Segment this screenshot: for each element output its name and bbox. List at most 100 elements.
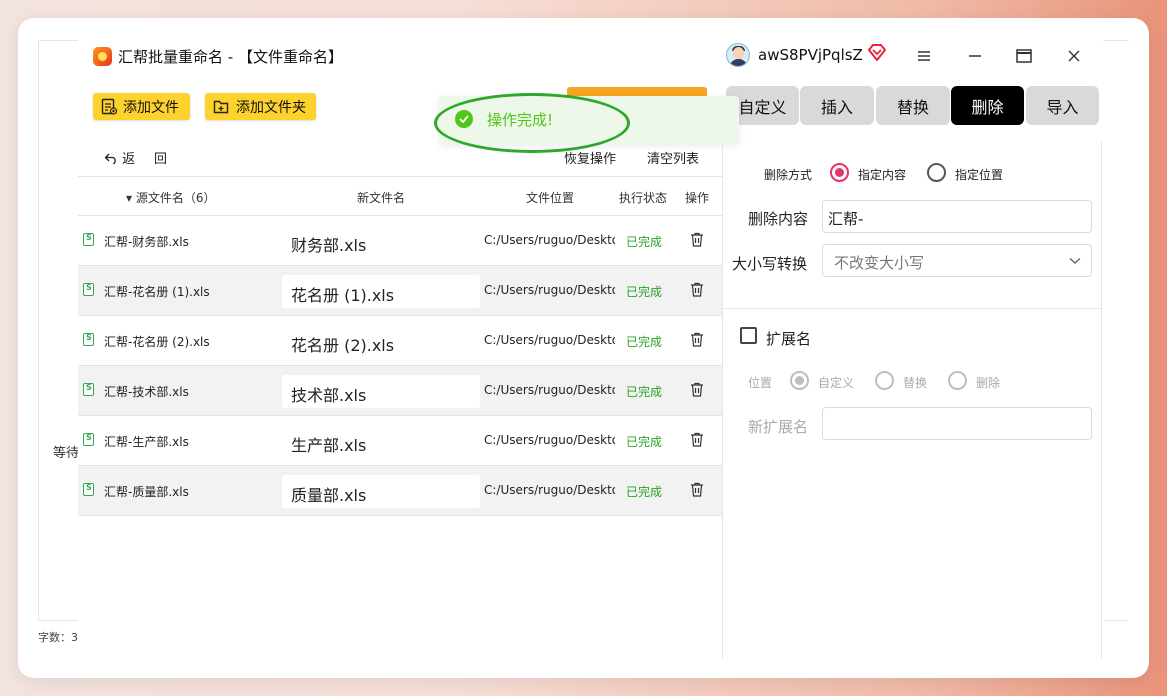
settings-panel: 删除方式 指定内容 指定位置 删除内容 汇帮- 大小写转换 不改变大小写 扩展名… bbox=[722, 142, 1102, 658]
header-new-name: 新文件名 bbox=[357, 191, 406, 205]
case-conversion-label: 大小写转换 bbox=[732, 255, 808, 273]
excel-file-icon bbox=[83, 483, 94, 496]
extension-label[interactable]: 扩展名 bbox=[766, 328, 811, 349]
tab-replace[interactable]: 替换 bbox=[876, 86, 950, 125]
delete-content-label: 删除内容 bbox=[748, 210, 809, 228]
window-title: 汇帮批量重命名 - 【文件重命名】 bbox=[118, 48, 343, 66]
file-location: C:/Users/ruguo/Deskto bbox=[484, 333, 615, 347]
vip-diamond-icon[interactable] bbox=[867, 44, 887, 62]
new-filename[interactable]: 财务部.xls bbox=[282, 225, 480, 258]
add-folder-button[interactable]: 添加文件夹 bbox=[205, 93, 316, 120]
title-bar: 汇帮批量重命名 - 【文件重命名】 awS8PVjPqlsZ bbox=[78, 38, 1103, 76]
table-row[interactable]: 汇帮-质量部.xls 质量部.xls C:/Users/ruguo/Deskto… bbox=[78, 466, 722, 516]
new-filename[interactable]: 质量部.xls bbox=[282, 475, 480, 508]
new-filename[interactable]: 花名册 (2).xls bbox=[282, 325, 480, 358]
new-filename[interactable]: 技术部.xls bbox=[282, 375, 480, 408]
tab-import[interactable]: 导入 bbox=[1026, 86, 1099, 125]
undo-icon bbox=[104, 153, 116, 165]
username[interactable]: awS8PVjPqlsZ bbox=[758, 46, 863, 64]
app-window: 汇帮批量重命名 - 【文件重命名】 awS8PVjPqlsZ 添加文件 添加文件… bbox=[78, 38, 1103, 658]
radio-pos-delete-label[interactable]: 删除 bbox=[976, 374, 1000, 391]
source-filename: 汇帮-财务部.xls bbox=[104, 235, 189, 249]
undo-button[interactable]: 返 bbox=[104, 148, 135, 167]
trash-icon[interactable] bbox=[690, 432, 704, 447]
source-filename: 汇帮-花名册 (1).xls bbox=[104, 285, 210, 299]
excel-file-icon bbox=[83, 283, 94, 296]
source-filename: 汇帮-技术部.xls bbox=[104, 385, 189, 399]
excel-file-icon bbox=[83, 383, 94, 396]
add-file-label: 添加文件 bbox=[123, 99, 179, 116]
position-label: 位置 bbox=[748, 376, 773, 390]
chevron-down-icon bbox=[1069, 257, 1081, 264]
highlight-ring bbox=[434, 93, 630, 153]
background-divider bbox=[38, 40, 39, 620]
delete-content-input[interactable]: 汇帮- bbox=[822, 200, 1092, 233]
radio-specified-content-label[interactable]: 指定内容 bbox=[858, 166, 906, 183]
add-file-button[interactable]: 添加文件 bbox=[93, 93, 190, 120]
radio-specified-position-label[interactable]: 指定位置 bbox=[955, 166, 1003, 183]
status-text: 已完成 bbox=[626, 285, 663, 299]
minimize-icon[interactable] bbox=[960, 43, 990, 69]
status-text: 已完成 bbox=[626, 335, 663, 349]
new-extension-input[interactable] bbox=[822, 407, 1092, 440]
file-location: C:/Users/ruguo/Deskto bbox=[484, 283, 615, 297]
status-text: 已完成 bbox=[626, 235, 663, 249]
maximize-icon[interactable] bbox=[1009, 43, 1039, 69]
add-folder-label: 添加文件夹 bbox=[236, 99, 306, 116]
user-avatar[interactable] bbox=[726, 43, 750, 67]
table-row[interactable]: 汇帮-生产部.xls 生产部.xls C:/Users/ruguo/Deskto… bbox=[78, 416, 722, 466]
status-text: 已完成 bbox=[626, 435, 663, 449]
radio-pos-replace-label[interactable]: 替换 bbox=[903, 374, 927, 391]
trash-icon[interactable] bbox=[690, 482, 704, 497]
table-row[interactable]: 汇帮-财务部.xls 财务部.xls C:/Users/ruguo/Deskto… bbox=[78, 216, 722, 266]
radio-pos-replace[interactable] bbox=[875, 371, 894, 390]
excel-file-icon bbox=[83, 233, 94, 246]
trash-icon[interactable] bbox=[690, 282, 704, 297]
add-file-icon bbox=[101, 98, 117, 115]
file-location: C:/Users/ruguo/Deskto bbox=[484, 433, 615, 447]
app-logo-icon bbox=[93, 47, 112, 66]
add-folder-icon bbox=[213, 100, 229, 113]
background-side-text: 等待 bbox=[53, 446, 80, 461]
source-filename: 汇帮-生产部.xls bbox=[104, 435, 189, 449]
radio-specified-position[interactable] bbox=[927, 163, 946, 182]
header-status: 执行状态 bbox=[619, 191, 668, 205]
file-location: C:/Users/ruguo/Deskto bbox=[484, 483, 615, 497]
background-word-count: 字数：3 bbox=[38, 631, 78, 644]
source-filename: 汇帮-花名册 (2).xls bbox=[104, 335, 210, 349]
header-location: 文件位置 bbox=[526, 191, 575, 205]
table-row[interactable]: 汇帮-花名册 (1).xls 花名册 (1).xls C:/Users/rugu… bbox=[78, 266, 722, 316]
excel-file-icon bbox=[83, 333, 94, 346]
clear-list-button[interactable]: 清空列表 bbox=[647, 148, 699, 167]
header-source[interactable]: ▾ 源文件名（6） bbox=[126, 189, 215, 206]
case-conversion-select[interactable]: 不改变大小写 bbox=[822, 244, 1092, 277]
new-filename[interactable]: 花名册 (1).xls bbox=[282, 275, 480, 308]
trash-icon[interactable] bbox=[690, 382, 704, 397]
panel-divider bbox=[723, 308, 1101, 309]
status-text: 已完成 bbox=[626, 485, 663, 499]
redo-button[interactable]: 回 bbox=[154, 148, 167, 167]
extension-checkbox[interactable] bbox=[740, 327, 757, 344]
case-conversion-value: 不改变大小写 bbox=[834, 254, 925, 272]
radio-pos-custom[interactable] bbox=[790, 371, 809, 390]
new-filename[interactable]: 生产部.xls bbox=[282, 425, 480, 458]
undo-label: 返 bbox=[122, 152, 136, 167]
tab-delete[interactable]: 删除 bbox=[951, 86, 1024, 125]
header-action: 操作 bbox=[685, 191, 710, 205]
radio-specified-content[interactable] bbox=[830, 163, 849, 182]
tab-insert[interactable]: 插入 bbox=[800, 86, 874, 125]
table-row[interactable]: 汇帮-花名册 (2).xls 花名册 (2).xls C:/Users/rugu… bbox=[78, 316, 722, 366]
excel-file-icon bbox=[83, 433, 94, 446]
table-row[interactable]: 汇帮-技术部.xls 技术部.xls C:/Users/ruguo/Deskto… bbox=[78, 366, 722, 416]
radio-pos-custom-label[interactable]: 自定义 bbox=[818, 374, 854, 391]
trash-icon[interactable] bbox=[690, 332, 704, 347]
restore-button[interactable]: 恢复操作 bbox=[564, 148, 616, 167]
trash-icon[interactable] bbox=[690, 232, 704, 247]
menu-icon[interactable] bbox=[909, 43, 939, 69]
file-location: C:/Users/ruguo/Deskto bbox=[484, 383, 615, 397]
status-text: 已完成 bbox=[626, 385, 663, 399]
radio-pos-delete[interactable] bbox=[948, 371, 967, 390]
close-icon[interactable] bbox=[1059, 43, 1089, 69]
delete-mode-label: 删除方式 bbox=[764, 168, 813, 182]
new-extension-label: 新扩展名 bbox=[748, 418, 809, 436]
